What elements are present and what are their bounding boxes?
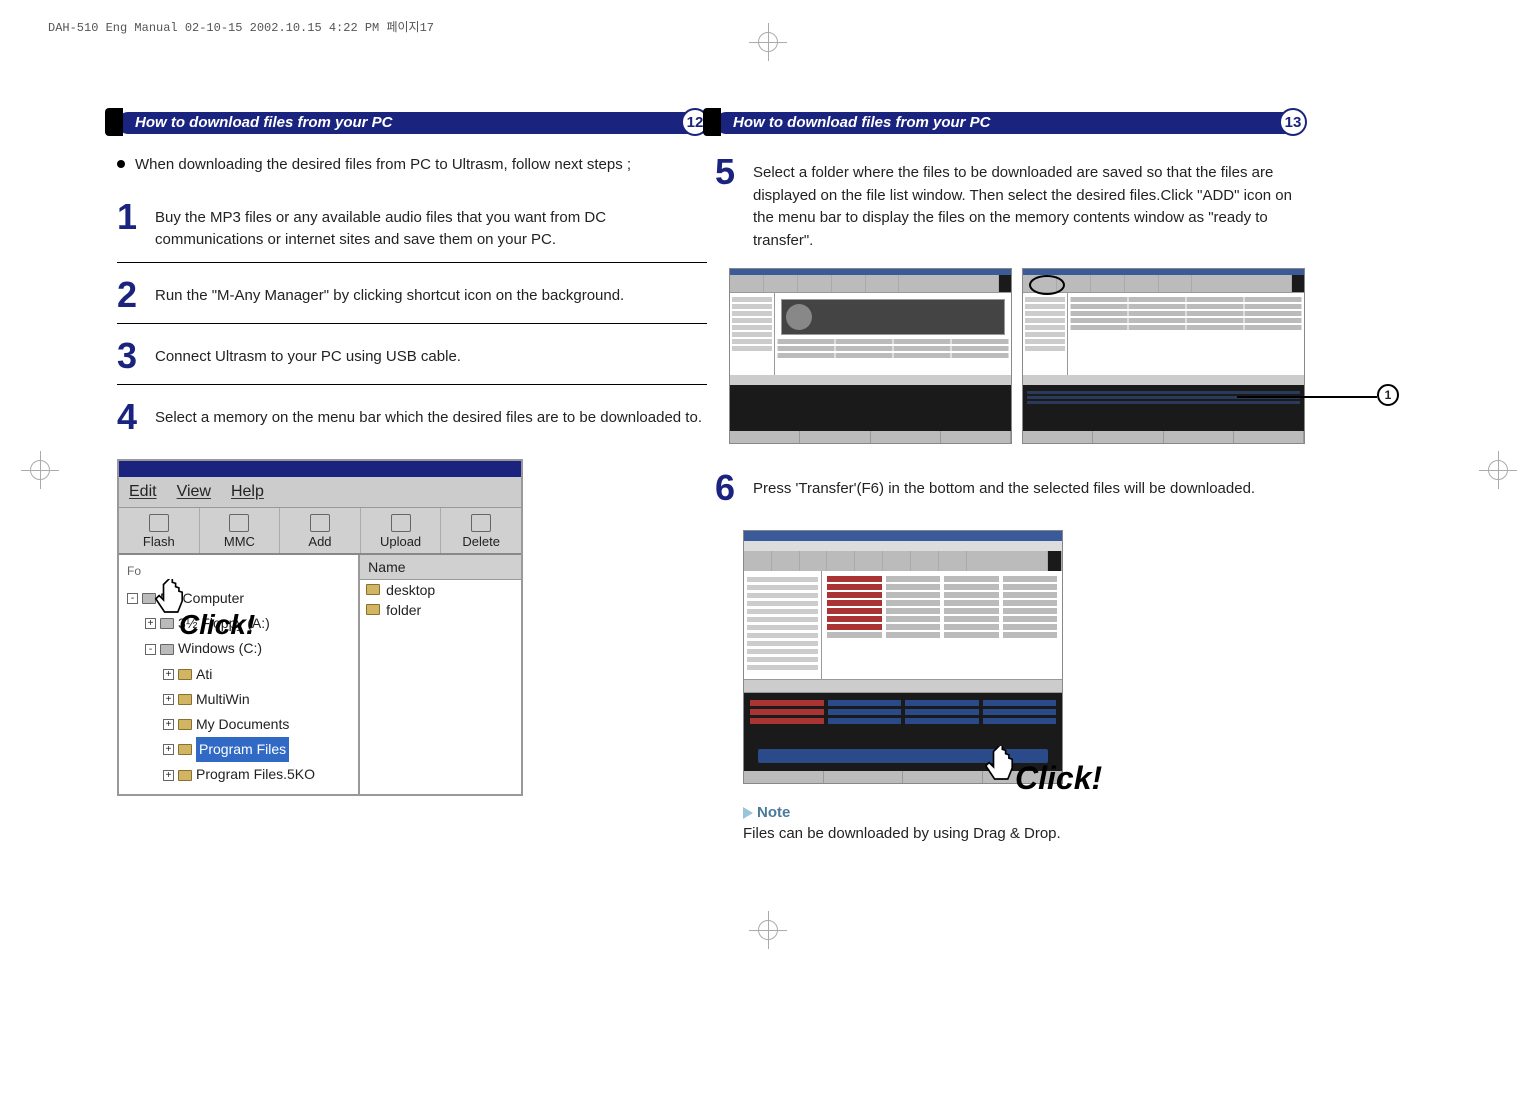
- step-text: Select a memory on the menu bar which th…: [155, 399, 707, 430]
- menu-view[interactable]: View: [177, 483, 211, 501]
- step-text: Buy the MP3 files or any available audio…: [155, 199, 707, 252]
- step-number: 6: [715, 470, 743, 506]
- step-number: 2: [117, 277, 145, 313]
- crop-mark-bottom: [748, 910, 788, 950]
- callout-leader: [1237, 396, 1377, 398]
- step-1: 1 Buy the MP3 files or any available aud…: [117, 199, 707, 263]
- tree-multiwin[interactable]: MultiWin: [196, 687, 250, 712]
- upload-icon: [391, 514, 411, 532]
- menu-help[interactable]: Help: [231, 483, 264, 501]
- step-3: 3 Connect Ultrasm to your PC using USB c…: [117, 338, 707, 385]
- tree-ati[interactable]: Ati: [196, 662, 212, 687]
- click-label: Click!: [1015, 760, 1102, 797]
- step-number: 1: [117, 199, 145, 235]
- folder-icon: [366, 584, 380, 595]
- step-2: 2 Run the "M-Any Manager" by clicking sh…: [117, 277, 707, 324]
- note-title: Note: [757, 804, 790, 821]
- menu-edit[interactable]: Edit: [129, 483, 157, 501]
- delete-icon: [471, 514, 491, 532]
- tree-program-files[interactable]: Program Files: [196, 737, 289, 762]
- step-number: 5: [715, 154, 743, 190]
- crop-mark-left: [20, 450, 60, 490]
- toolbar-delete-button[interactable]: Delete: [441, 508, 521, 553]
- step-text: Run the "M-Any Manager" by clicking shor…: [155, 277, 707, 308]
- note-block: Note Files can be downloaded by using Dr…: [743, 804, 1305, 842]
- add-icon: [310, 514, 330, 532]
- list-item[interactable]: folder: [360, 600, 521, 620]
- step-5: 5 Select a folder where the files to be …: [715, 154, 1305, 262]
- mmc-icon: [229, 514, 249, 532]
- folder-icon: [178, 770, 192, 781]
- dual-screenshots: 1: [715, 268, 1305, 444]
- folder-icon: [178, 694, 192, 705]
- callout-marker-1: 1: [1377, 384, 1399, 406]
- app-toolbar: Flash MMC Add Upload Delete: [119, 508, 521, 555]
- step-number: 4: [117, 399, 145, 435]
- file-list-pane[interactable]: Name desktop folder: [360, 555, 521, 794]
- step-text: Select a folder where the files to be do…: [753, 154, 1305, 252]
- tree-mydocuments[interactable]: My Documents: [196, 712, 289, 737]
- app-menubar: Edit View Help: [119, 477, 521, 508]
- tree-program-files-5ko[interactable]: Program Files.5KO: [196, 762, 315, 787]
- toolbar-upload-button[interactable]: Upload: [361, 508, 442, 553]
- step-text: Press 'Transfer'(F6) in the bottom and t…: [753, 470, 1305, 501]
- section-title: How to download files from your PC: [733, 114, 991, 131]
- intro-text: When downloading the desired files from …: [135, 154, 707, 177]
- app-screenshot: Edit View Help Flash MMC Add Upload Dele…: [117, 459, 523, 796]
- step-6: 6 Press 'Transfer'(F6) in the bottom and…: [715, 470, 1305, 516]
- note-text: Files can be downloaded by using Drag & …: [743, 825, 1305, 842]
- step-number: 3: [117, 338, 145, 374]
- toolbar-add-button[interactable]: Add: [280, 508, 361, 553]
- section-header: How to download files from your PC 12: [117, 108, 707, 136]
- folder-icon: [178, 719, 192, 730]
- page-number: 13: [1279, 108, 1307, 136]
- folder-icon: [366, 604, 380, 615]
- folder-icon: [178, 744, 192, 755]
- note-arrow-icon: [743, 807, 753, 819]
- bullet-icon: [117, 160, 125, 168]
- mini-screenshot-before: [729, 268, 1012, 444]
- step-text: Connect Ultrasm to your PC using USB cab…: [155, 338, 707, 369]
- step-4: 4 Select a memory on the menu bar which …: [117, 399, 707, 445]
- toolbar-flash-button[interactable]: Flash: [119, 508, 200, 553]
- print-annotation: DAH-510 Eng Manual 02-10-15 2002.10.15 4…: [48, 18, 434, 35]
- drive-icon: [160, 644, 174, 655]
- folder-icon: [178, 669, 192, 680]
- section-title: How to download files from your PC: [135, 114, 393, 131]
- flash-icon: [149, 514, 169, 532]
- crop-mark-right: [1478, 450, 1518, 490]
- intro-bullet: When downloading the desired files from …: [117, 154, 707, 177]
- list-item[interactable]: desktop: [360, 580, 521, 600]
- crop-mark-top: [748, 22, 788, 62]
- section-header: How to download files from your PC 13: [715, 108, 1305, 136]
- page-left: How to download files from your PC 12 Wh…: [117, 108, 707, 796]
- mini-screenshot-after: [1022, 268, 1305, 444]
- toolbar-mmc-button[interactable]: MMC: [200, 508, 281, 553]
- page-right: How to download files from your PC 13 5 …: [715, 108, 1305, 842]
- click-label: Click!: [179, 609, 255, 641]
- list-header-name[interactable]: Name: [360, 555, 521, 580]
